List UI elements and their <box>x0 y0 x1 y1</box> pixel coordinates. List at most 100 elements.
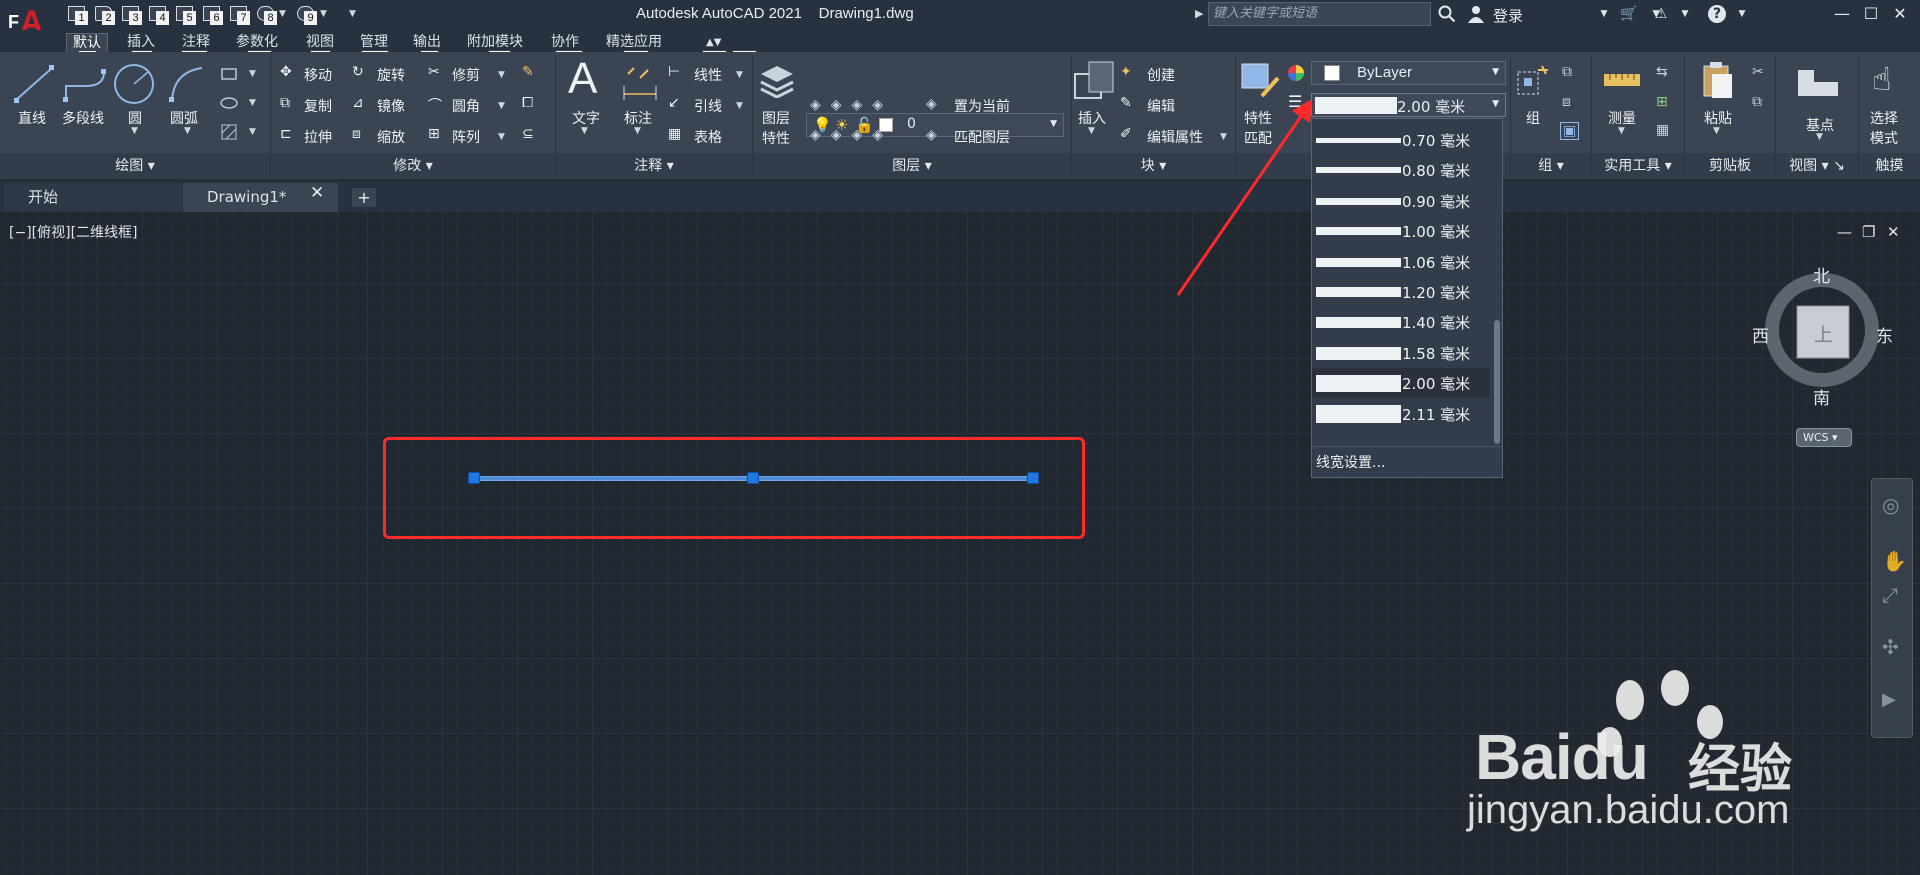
fillet-button[interactable]: 圆角 <box>452 96 480 116</box>
qat-saveas-button[interactable]: 4 <box>149 6 169 26</box>
autodesk-a360-icon[interactable]: ⚠ <box>1652 5 1670 23</box>
rectangle-icon[interactable] <box>220 65 238 83</box>
circle-dropdown-icon[interactable]: ▼ <box>131 126 138 136</box>
qat-new-button[interactable]: 1 <box>68 6 88 26</box>
login-dropdown-icon[interactable]: ▼ <box>1595 5 1613 23</box>
undo-dropdown-icon[interactable]: ▼ <box>279 9 286 19</box>
close-icon[interactable]: ✕ <box>1887 2 1913 26</box>
viewcube-south[interactable]: 南 <box>1813 384 1830 409</box>
lineweight-option[interactable]: 1.20 毫米 <box>1312 277 1490 307</box>
tab-start[interactable]: 开始 <box>4 183 182 212</box>
color-dropdown[interactable]: ByLayer ▼ <box>1311 61 1506 85</box>
hatch-icon[interactable] <box>220 94 238 112</box>
lineweight-option[interactable]: 0.90 毫米 <box>1312 186 1490 216</box>
scale-button[interactable]: 缩放 <box>377 127 405 147</box>
maximize-icon[interactable]: ☐ <box>1858 2 1884 26</box>
lineweight-option[interactable]: 1.06 毫米 <box>1312 247 1490 277</box>
table-button[interactable]: 表格 <box>694 127 722 147</box>
set-current-button[interactable]: 置为当前 <box>954 96 1010 116</box>
trim-dropdown-icon[interactable]: ▼ <box>498 70 505 80</box>
text-button[interactable]: 文字 <box>572 108 600 128</box>
help-dropdown-icon[interactable]: ▼ <box>1733 5 1751 23</box>
lineweight-option[interactable]: 1.00 毫米 <box>1312 216 1490 246</box>
fillet-dropdown-icon[interactable]: ▼ <box>498 101 505 111</box>
modify-panel-title[interactable]: 修改 ▾ <box>271 155 555 177</box>
help-icon[interactable]: ? <box>1708 5 1726 23</box>
viewcube-east[interactable]: 东 <box>1876 322 1893 347</box>
leader-button[interactable]: 引线 <box>694 96 722 116</box>
qat-redo-button[interactable]: 9 <box>297 6 317 26</box>
steering-wheel-icon[interactable]: ◎ <box>1882 493 1899 517</box>
copy-button[interactable]: 复制 <box>304 96 332 116</box>
mirror-button[interactable]: 镜像 <box>377 96 405 116</box>
view-panel-title[interactable]: 视图 ▾ ↘ <box>1776 155 1858 177</box>
orbit-icon[interactable]: ✣ <box>1882 635 1899 659</box>
ungroup-icon[interactable]: ⧉ <box>1562 64 1572 80</box>
copy-clip-icon[interactable]: ⧉ <box>1752 94 1762 110</box>
paste-dropdown-icon[interactable]: ▼ <box>1713 126 1720 136</box>
select-mode-label-1[interactable]: 选择 <box>1870 108 1898 128</box>
measure-dropdown-icon[interactable]: ▼ <box>1618 126 1625 136</box>
linear-dropdown-icon[interactable]: ▼ <box>736 70 743 80</box>
lineweight-option[interactable]: 1.58 毫米 <box>1312 338 1490 368</box>
redo-dropdown-icon[interactable]: ▼ <box>320 9 327 19</box>
arc-button[interactable]: 圆弧 <box>170 108 198 128</box>
search-expand-icon[interactable]: ▶ <box>1195 7 1203 20</box>
viewport-controls-label[interactable]: [−][俯视][二维线框] <box>9 222 138 242</box>
a360-dropdown-icon[interactable]: ▼ <box>1676 5 1694 23</box>
utilities-panel-title[interactable]: 实用工具 ▾ <box>1592 155 1684 177</box>
viewcube[interactable]: 北 西 东 南 上 <box>1752 267 1893 409</box>
cut-icon[interactable]: ✂ <box>1752 64 1764 80</box>
viewcube-top-face[interactable]: 上 <box>1814 320 1833 347</box>
text-dropdown-icon[interactable]: ▼ <box>581 126 588 136</box>
viewcube-north[interactable]: 北 <box>1813 262 1830 287</box>
tab-close-icon[interactable]: ✕ <box>310 183 324 203</box>
viewcube-west[interactable]: 西 <box>1752 322 1769 347</box>
move-button[interactable]: 移动 <box>304 65 332 85</box>
circle-button[interactable]: 圆 <box>128 108 142 128</box>
leader-dropdown-icon[interactable]: ▼ <box>736 101 743 111</box>
paste-button[interactable]: 粘贴 <box>1704 108 1732 128</box>
qat-web-button[interactable]: 5 <box>176 6 196 26</box>
trim-button[interactable]: 修剪 <box>452 65 480 85</box>
layer-tools-row2-icons[interactable]: ◈◈◈◈ <box>810 127 893 143</box>
array-button[interactable]: 阵列 <box>452 127 480 147</box>
quick-select-icon[interactable]: ⇆ <box>1656 64 1668 80</box>
create-block-button[interactable]: 创建 <box>1147 65 1175 85</box>
hatch-dropdown-icon[interactable]: ▼ <box>249 127 256 137</box>
erase-icon[interactable]: ✎ <box>522 64 534 80</box>
select-mode-label-2[interactable]: 模式 <box>1870 128 1898 148</box>
dimension-button[interactable]: 标注 <box>624 108 652 128</box>
qat-customize-icon[interactable]: ▼ <box>349 9 356 19</box>
cart-icon[interactable]: 🛒 <box>1620 5 1638 23</box>
layer-tools-row1-icons[interactable]: ◈◈◈◈ <box>810 97 893 113</box>
gradient-icon[interactable] <box>220 123 238 141</box>
viewport-minimize-icon[interactable]: — <box>1837 223 1852 241</box>
lineweight-list-scrollbar[interactable] <box>1494 320 1500 444</box>
group-button[interactable]: 组 <box>1526 108 1540 128</box>
qat-open-button[interactable]: 2 <box>95 6 115 26</box>
layer-properties-label-2[interactable]: 特性 <box>762 128 790 148</box>
linear-button[interactable]: 线性 <box>694 65 722 85</box>
base-view-dropdown-icon[interactable]: ▼ <box>1816 132 1823 142</box>
wcs-menu[interactable]: WCS ▾ <box>1796 428 1852 447</box>
groups-panel-title[interactable]: 组 ▾ <box>1511 155 1591 177</box>
layers-panel-title[interactable]: 图层 ▾ <box>753 155 1071 177</box>
lineweight-option[interactable]: 2.11 毫米 <box>1312 399 1490 429</box>
search-icon[interactable] <box>1438 5 1456 23</box>
lineweight-dropdown[interactable]: 2.00 毫米 ▼ <box>1311 93 1506 117</box>
insert-button[interactable]: 插入 <box>1078 108 1106 128</box>
zoom-extents-icon[interactable]: ⤢ <box>1882 583 1898 607</box>
qat-share-button[interactable]: 6 <box>203 6 223 26</box>
search-input[interactable]: 键入关键字或短语 <box>1208 2 1431 26</box>
draw-panel-title[interactable]: 绘图 ▾ <box>0 155 270 177</box>
viewport-close-icon[interactable]: ✕ <box>1887 223 1900 241</box>
qat-save-button[interactable]: 3 <box>122 6 142 26</box>
clipboard-panel-title[interactable]: 剪贴板 <box>1685 155 1775 177</box>
qat-plot-button[interactable]: 7 <box>230 6 250 26</box>
arc-dropdown-icon[interactable]: ▼ <box>184 126 191 136</box>
match-layer-button[interactable]: 匹配图层 <box>954 127 1010 147</box>
rotate-button[interactable]: 旋转 <box>377 65 405 85</box>
lineweight-settings-link[interactable]: 线宽设置... <box>1316 452 1385 472</box>
lineweight-option[interactable]: 2.00 毫米 <box>1312 368 1490 399</box>
